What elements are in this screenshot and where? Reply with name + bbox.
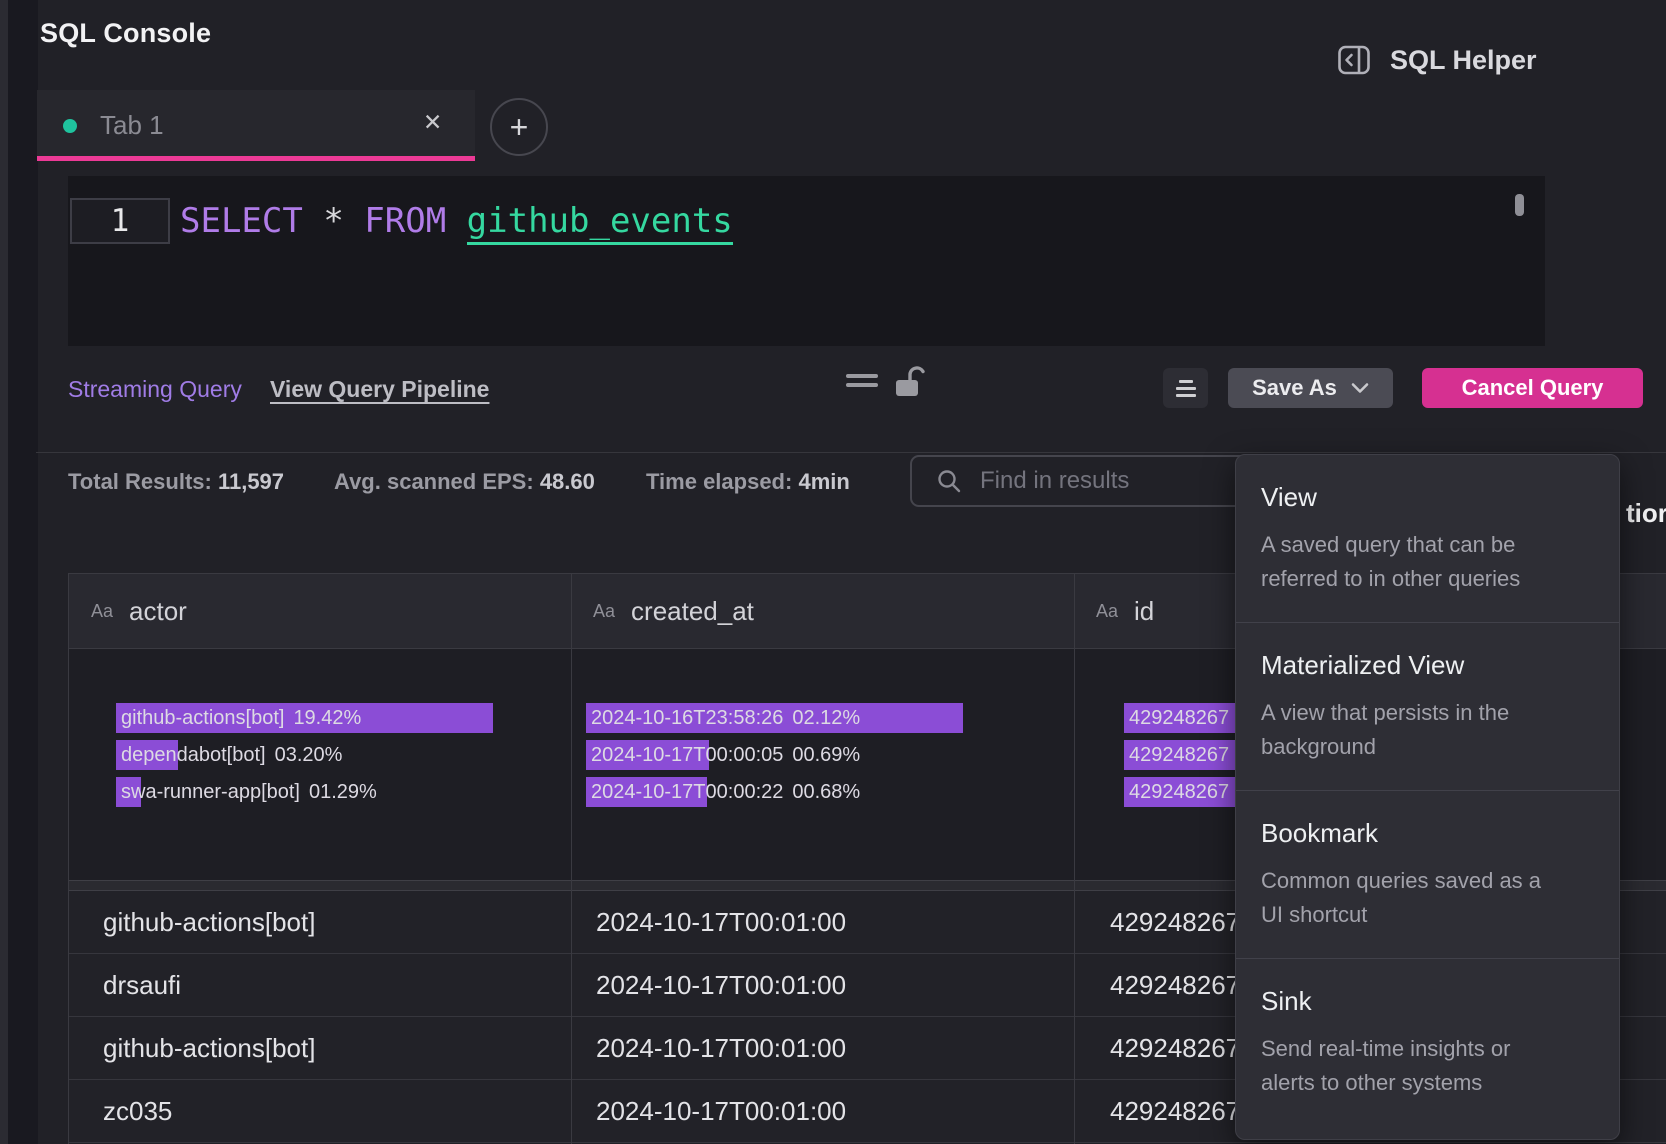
menu-item-description: A saved query that can be referred to in…	[1261, 528, 1594, 596]
search-placeholder: Find in results	[980, 467, 1129, 495]
page-title: SQL Console	[40, 18, 211, 49]
cell-id: 429248267	[1110, 891, 1240, 953]
sql-console-app: SQL Console SQL Helper Tab 1 ✕ + 1 SELEC…	[0, 0, 1666, 1144]
tab-status-dot	[63, 119, 77, 133]
histogram-created-at: 2024-10-16T23:58:2602.12% 2024-10-17T00:…	[586, 703, 1036, 814]
column-header-created-at[interactable]: Aa created_at	[571, 574, 1074, 648]
editor-scrollbar-thumb[interactable]	[1515, 194, 1524, 216]
left-gutter-strip	[8, 0, 38, 1144]
string-type-icon: Aa	[593, 601, 615, 622]
menu-item-title: Sink	[1261, 985, 1594, 1017]
tab-1[interactable]: Tab 1 ✕	[37, 90, 475, 161]
avg-eps-stat: Avg. scanned EPS: 48.60	[334, 469, 595, 495]
cell-id: 429248267	[1110, 1017, 1240, 1079]
sql-helper-label: SQL Helper	[1390, 45, 1537, 76]
avg-eps-value: 48.60	[540, 469, 595, 494]
sql-helper-button[interactable]: SQL Helper	[1336, 42, 1537, 78]
view-query-pipeline-link[interactable]: View Query Pipeline	[270, 376, 489, 403]
histogram-entry[interactable]: 2024-10-17T00:00:0500.69%	[586, 740, 1036, 770]
format-icon	[1179, 380, 1193, 383]
menu-item-description: A view that persists in the background	[1261, 696, 1594, 764]
keyword-from: FROM	[364, 201, 446, 241]
search-icon	[936, 468, 962, 494]
histogram-entry[interactable]: 2024-10-17T00:00:2200.68%	[586, 777, 1036, 807]
string-type-icon: Aa	[1096, 601, 1118, 622]
menu-item-description: Send real-time insights or alerts to oth…	[1261, 1032, 1594, 1100]
column-divider	[1074, 574, 1075, 1144]
cell-actor: drsaufi	[103, 954, 181, 1016]
histogram-entry[interactable]: swa-runner-app[bot]01.29%	[116, 777, 556, 807]
sql-code-line: SELECT * FROM github_events	[180, 200, 733, 242]
menu-item-title: View	[1261, 481, 1594, 513]
tab-close-icon[interactable]: ✕	[423, 109, 442, 136]
cancel-query-button[interactable]: Cancel Query	[1422, 368, 1643, 408]
line-number-gutter: 1	[70, 198, 170, 244]
star-operator: *	[323, 201, 343, 241]
column-divider	[571, 574, 572, 1144]
save-as-label: Save As	[1252, 375, 1337, 401]
format-query-button[interactable]	[1163, 368, 1208, 408]
total-results-value: 11,597	[218, 469, 284, 494]
total-results-stat: Total Results: 11,597	[68, 469, 284, 495]
cell-created-at: 2024-10-17T00:01:00	[596, 1080, 846, 1142]
cell-actor: zc035	[103, 1080, 172, 1142]
save-as-button[interactable]: Save As	[1228, 368, 1393, 408]
add-tab-button[interactable]: +	[490, 98, 548, 156]
cell-id: 429248267	[1110, 954, 1240, 1016]
unlock-icon[interactable]	[890, 363, 926, 401]
histogram-entry[interactable]: dependabot[bot]03.20%	[116, 740, 556, 770]
left-edge-strip	[0, 0, 8, 1144]
menu-item-description: Common queries saved as a UI shortcut	[1261, 864, 1594, 932]
cell-id: 429248267	[1110, 1080, 1240, 1142]
menu-item-bookmark[interactable]: Bookmark Common queries saved as a UI sh…	[1236, 791, 1619, 958]
menu-item-title: Bookmark	[1261, 817, 1594, 849]
menu-item-title: Materialized View	[1261, 649, 1594, 681]
sql-editor[interactable]: 1 SELECT * FROM github_events	[68, 176, 1545, 346]
cancel-query-label: Cancel Query	[1462, 375, 1604, 401]
line-number: 1	[72, 200, 168, 242]
cell-actor: github-actions[bot]	[103, 1017, 315, 1079]
menu-item-sink[interactable]: Sink Send real-time insights or alerts t…	[1236, 959, 1619, 1126]
panel-collapse-icon	[1336, 42, 1372, 78]
section-divider	[36, 452, 1666, 453]
menu-item-materialized-view[interactable]: Materialized View A view that persists i…	[1236, 623, 1619, 790]
cell-created-at: 2024-10-17T00:01:00	[596, 954, 846, 1016]
save-as-menu: View A saved query that can be referred …	[1235, 454, 1620, 1140]
cell-created-at: 2024-10-17T00:01:00	[596, 891, 846, 953]
clipped-button-fragment[interactable]: tior	[1626, 498, 1666, 528]
table-name-token: github_events	[467, 201, 733, 245]
resize-handle-icon[interactable]	[846, 374, 878, 390]
active-tab-underline	[37, 156, 475, 161]
cell-actor: github-actions[bot]	[103, 891, 315, 953]
tab-label: Tab 1	[100, 110, 164, 141]
streaming-query-badge: Streaming Query	[68, 376, 242, 403]
histogram-entry[interactable]: github-actions[bot]19.42%	[116, 703, 556, 733]
cell-created-at: 2024-10-17T00:01:00	[596, 1017, 846, 1079]
time-elapsed-value: 4min	[798, 469, 849, 494]
string-type-icon: Aa	[91, 601, 113, 622]
time-elapsed-stat: Time elapsed: 4min	[646, 469, 850, 495]
keyword-select: SELECT	[180, 201, 303, 241]
histogram-entry[interactable]: 2024-10-16T23:58:2602.12%	[586, 703, 1036, 733]
column-header-actor[interactable]: Aa actor	[69, 574, 571, 648]
histogram-actor: github-actions[bot]19.42% dependabot[bot…	[116, 703, 556, 814]
menu-item-view[interactable]: View A saved query that can be referred …	[1236, 455, 1619, 622]
chevron-down-icon	[1351, 382, 1369, 394]
